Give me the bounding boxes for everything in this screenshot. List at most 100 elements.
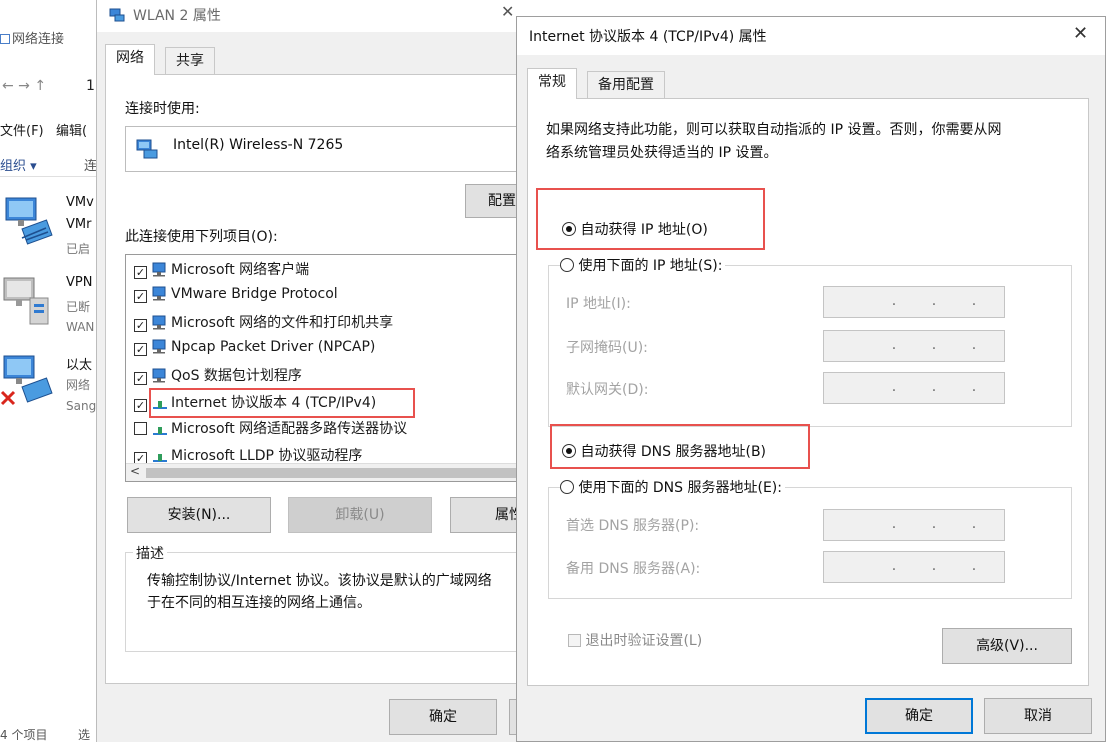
connection-name[interactable]: VMr xyxy=(66,217,91,232)
connection-status: 网络 xyxy=(66,378,91,392)
auto-dns-radio[interactable]: 自动获得 DNS 服务器地址(B) xyxy=(562,441,766,461)
file-sharing-icon xyxy=(152,315,166,330)
item-label: Npcap Packet Driver (NPCAP) xyxy=(171,339,376,355)
radio-unselected[interactable] xyxy=(560,480,574,494)
window-title: 网络连接 xyxy=(0,28,64,47)
network-adapter-icon xyxy=(109,8,125,22)
ok-button[interactable]: 确定 xyxy=(865,698,973,734)
list-item[interactable]: ✓ Npcap Packet Driver (NPCAP) xyxy=(134,339,375,361)
connection-status: 已启 xyxy=(66,242,91,256)
auto-ip-label: 自动获得 IP 地址(O) xyxy=(580,222,708,238)
validate-checkbox: 退出时验证设置(L) xyxy=(568,630,702,650)
description-legend: 描述 xyxy=(133,543,167,563)
connection-name[interactable]: VMv xyxy=(66,195,94,210)
network-adapter-icon xyxy=(136,139,158,159)
list-item[interactable]: ✓ Microsoft 网络客户端 xyxy=(134,259,309,281)
item-checkbox[interactable]: ✓ xyxy=(134,372,147,385)
qos-icon xyxy=(152,368,166,383)
manual-dns-radio[interactable]: 使用下面的 DNS 服务器地址(E): xyxy=(560,477,785,497)
subnet-field: ... xyxy=(823,330,1005,362)
manual-ip-radio[interactable]: 使用下面的 IP 地址(S): xyxy=(560,255,726,275)
item-label: Microsoft LLDP 协议驱动程序 xyxy=(171,448,363,464)
list-item[interactable]: ✓ QoS 数据包计划程序 xyxy=(134,365,302,387)
ipv4-properties-window: Internet 协议版本 4 (TCP/IPv4) 属性 ✕ 常规 备用配置 … xyxy=(516,16,1106,742)
protocol-icon xyxy=(153,454,167,462)
auto-ip-radio[interactable]: 自动获得 IP 地址(O) xyxy=(562,219,708,239)
nav-arrows[interactable]: ← → ↑ xyxy=(2,78,46,94)
item-label: Microsoft 网络客户端 xyxy=(171,262,310,278)
manual-ip-label: 使用下面的 IP 地址(S): xyxy=(578,258,723,274)
tab-network[interactable]: 网络 xyxy=(105,44,155,75)
validate-checkbox-box xyxy=(568,634,581,647)
network-protocol-icon xyxy=(152,286,166,301)
connect-using-label: 连接时使用: xyxy=(125,101,200,117)
connection-status: WAN xyxy=(66,320,95,334)
ok-button[interactable]: 确定 xyxy=(389,699,497,735)
close-icon[interactable]: ✕ xyxy=(1073,23,1088,44)
protocol-icon xyxy=(153,427,167,435)
network-client-icon xyxy=(152,262,166,277)
connection-name[interactable]: VPN xyxy=(66,275,92,290)
window-title: Internet 协议版本 4 (TCP/IPv4) 属性 xyxy=(529,29,767,45)
window-title: WLAN 2 属性 xyxy=(133,8,221,24)
status-selected: 选 xyxy=(78,728,91,742)
item-checkbox[interactable]: ✓ xyxy=(134,343,147,356)
scroll-left-icon[interactable]: < xyxy=(130,464,140,478)
network-folder-icon xyxy=(0,34,10,44)
item-checkbox[interactable]: ✓ xyxy=(134,399,147,412)
item-label: Microsoft 网络的文件和打印机共享 xyxy=(171,315,394,331)
ethernet-disconnected-icon xyxy=(0,355,53,406)
connection-status: 已断 xyxy=(66,300,91,314)
install-button[interactable]: 安装(N)... xyxy=(127,497,271,533)
radio-selected[interactable] xyxy=(562,222,576,236)
items-label: 此连接使用下列项目(O): xyxy=(125,229,278,245)
uninstall-button: 卸载(U) xyxy=(288,497,432,533)
list-item[interactable]: Microsoft 网络适配器多路传送器协议 xyxy=(134,418,407,440)
item-label: VMware Bridge Protocol xyxy=(171,286,338,302)
radio-selected[interactable] xyxy=(562,444,576,458)
manual-dns-label: 使用下面的 DNS 服务器地址(E): xyxy=(578,480,782,496)
ip-address-label: IP 地址(I): xyxy=(566,296,631,312)
cancel-button[interactable]: 取消 xyxy=(984,698,1092,734)
validate-label: 退出时验证设置(L) xyxy=(585,633,703,649)
status-item-count: 4 个项目 xyxy=(0,728,48,742)
item-checkbox[interactable]: ✓ xyxy=(134,266,147,279)
items-list[interactable]: ✓ Microsoft 网络客户端 ✓ VMware Bridge Protocol… xyxy=(125,254,525,482)
intro-text: 如果网络支持此功能，则可以获取自动指派的 IP 设置。否则，你需要从网 xyxy=(546,122,1002,138)
description-line: 于在不同的相互连接的网络上通信。 xyxy=(147,595,371,611)
intro-text: 络系统管理员处获得适当的 IP 设置。 xyxy=(546,145,778,161)
close-icon[interactable]: ✕ xyxy=(501,2,514,21)
advanced-button[interactable]: 高级(V)... xyxy=(942,628,1072,664)
radio-unselected[interactable] xyxy=(560,258,574,272)
network-adapter-icon xyxy=(5,197,53,245)
tab-general[interactable]: 常规 xyxy=(527,68,577,99)
list-item[interactable]: ✓ Microsoft 网络的文件和打印机共享 xyxy=(134,312,393,334)
preferred-dns-label: 首选 DNS 服务器(P): xyxy=(566,518,700,534)
list-item[interactable]: ✓ VMware Bridge Protocol xyxy=(134,286,338,308)
subnet-label: 子网掩码(U): xyxy=(566,340,648,356)
network-connections-window: 网络连接 ← → ↑ 1 文件(F) 编辑( 组织 ▾ 连 VMv VMr 已启… xyxy=(0,0,100,742)
divider xyxy=(0,176,100,177)
auto-dns-label: 自动获得 DNS 服务器地址(B) xyxy=(580,444,767,460)
alternate-dns-label: 备用 DNS 服务器(A): xyxy=(566,561,701,577)
adapter-box: Intel(R) Wireless-N 7265 xyxy=(125,126,525,172)
item-checkbox[interactable]: ✓ xyxy=(134,290,147,303)
highlight-ipv4-item xyxy=(149,388,415,418)
adapter-name: Intel(R) Wireless-N 7265 xyxy=(173,137,344,153)
wlan-properties-window: WLAN 2 属性 ✕ 网络 共享 连接时使用: Intel(R) Wirele… xyxy=(96,0,527,742)
tab-sharing[interactable]: 共享 xyxy=(165,47,215,75)
menu-file[interactable]: 文件(F) xyxy=(0,120,44,139)
horizontal-scrollbar[interactable]: < xyxy=(126,463,524,481)
item-checkbox[interactable]: ✓ xyxy=(134,319,147,332)
item-label: Microsoft 网络适配器多路传送器协议 xyxy=(171,421,408,437)
properties-button[interactable]: 属性 xyxy=(450,497,525,533)
item-checkbox[interactable] xyxy=(134,422,147,435)
tab-alternate[interactable]: 备用配置 xyxy=(587,71,665,99)
ip-address-field: ... xyxy=(823,286,1005,318)
connection-name[interactable]: 以太 xyxy=(66,354,92,373)
scrollbar-thumb[interactable] xyxy=(146,468,524,478)
gateway-field: ... xyxy=(823,372,1005,404)
menu-edit[interactable]: 编辑( xyxy=(56,120,87,139)
organize-button[interactable]: 组织 ▾ xyxy=(0,155,37,174)
description-line: 传输控制协议/Internet 协议。该协议是默认的广域网络 xyxy=(147,573,492,589)
